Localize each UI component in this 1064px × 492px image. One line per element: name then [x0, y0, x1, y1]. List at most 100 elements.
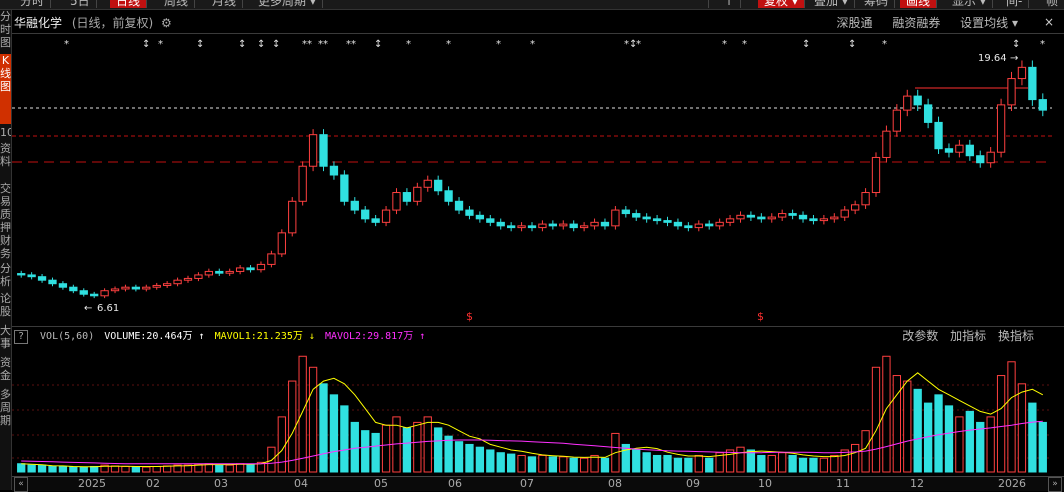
event-marker[interactable]: ↕	[196, 39, 204, 50]
axis-label: 02	[146, 477, 160, 490]
indicator-links: 改参数 加指标 换指标	[894, 328, 1034, 344]
volume-bar	[996, 375, 1006, 473]
event-marker[interactable]: ↕	[257, 39, 265, 50]
volume-bar	[986, 416, 995, 473]
kline-chart[interactable]: * ↕ * ↕ ↕ ↕ ↕ ** ** ** ↕ * * * * *↕* * * ↕ ↕ * ↕ * $ $ 19.64 →…	[0, 0, 1064, 490]
event-marker[interactable]: *	[742, 39, 747, 50]
volume-bar	[37, 464, 47, 473]
axis-label: 2025	[78, 477, 106, 490]
volume-bar	[17, 463, 26, 473]
event-marker[interactable]: *	[882, 39, 887, 50]
candle	[204, 270, 213, 276]
candle	[600, 221, 610, 227]
event-marker[interactable]: ↕	[802, 39, 810, 50]
mavol1-value: MAVOL1:21.235万 ↓	[214, 331, 315, 342]
candle	[569, 223, 578, 229]
link-change-params[interactable]: 改参数	[902, 329, 938, 343]
high-price-label: 19.64	[978, 53, 1007, 64]
axis-label: 04	[294, 477, 308, 490]
candle	[37, 276, 47, 281]
candle	[923, 104, 933, 123]
event-marker[interactable]: **	[302, 39, 312, 50]
event-marker[interactable]: ↕	[142, 39, 150, 50]
axis-label: 07	[520, 477, 534, 490]
volume-bar	[486, 449, 495, 473]
volume-bar	[475, 446, 485, 473]
candle	[131, 286, 141, 290]
candle	[298, 165, 307, 202]
indicator-name[interactable]: VOL(5,60)	[40, 331, 94, 342]
candle	[308, 134, 318, 167]
volume-bar	[851, 443, 860, 473]
event-marker[interactable]: *	[446, 39, 451, 50]
candle	[1017, 66, 1027, 80]
volume-bar	[892, 375, 901, 473]
volume-bar	[402, 427, 412, 473]
candle	[58, 283, 68, 288]
event-marker[interactable]: ↕	[848, 39, 856, 50]
event-marker[interactable]: *	[64, 39, 69, 50]
event-marker[interactable]: *	[530, 39, 535, 50]
low-price-label: 6.61	[97, 303, 119, 314]
event-marker[interactable]: ↕	[238, 39, 246, 50]
candle	[319, 134, 328, 167]
volume-bar	[90, 465, 99, 473]
event-marker[interactable]: *	[1040, 39, 1045, 50]
event-marker[interactable]: ↕	[272, 39, 280, 50]
candle	[579, 225, 589, 229]
volume-bar	[527, 456, 537, 473]
candle	[371, 218, 380, 223]
volume-bar	[955, 416, 964, 473]
event-marker[interactable]: *	[406, 39, 411, 50]
candle	[465, 209, 474, 216]
axis-label: 11	[836, 477, 850, 490]
volume-bar	[538, 454, 547, 473]
volume-bar	[579, 457, 589, 473]
candle	[788, 213, 797, 216]
volume-bar	[944, 405, 954, 473]
candle	[486, 218, 495, 223]
volume-bar	[277, 416, 286, 473]
candle	[142, 286, 151, 290]
candle	[90, 293, 99, 297]
candle	[642, 216, 651, 220]
candle	[892, 109, 901, 132]
volume-bar	[798, 457, 808, 473]
help-icon[interactable]: ?	[14, 330, 28, 344]
event-marker[interactable]: *	[496, 39, 501, 50]
candle	[621, 209, 630, 215]
event-marker[interactable]: **	[346, 39, 356, 50]
volume-bar	[110, 465, 120, 473]
link-add-indicator[interactable]: 加指标	[950, 329, 986, 343]
candle	[798, 214, 808, 220]
volume-value: VOLUME:20.464万 ↑	[104, 331, 205, 342]
volume-bar	[632, 449, 641, 473]
candle	[215, 270, 224, 274]
candle	[725, 218, 735, 223]
volume-bar	[465, 443, 474, 473]
volume-bar	[840, 449, 849, 473]
candle	[882, 130, 891, 158]
volume-bar	[913, 388, 922, 473]
candle	[538, 223, 547, 229]
candle	[809, 218, 818, 222]
link-switch-indicator[interactable]: 换指标	[998, 329, 1034, 343]
volume-bar	[663, 454, 672, 473]
event-marker[interactable]: **	[318, 39, 328, 50]
event-marker[interactable]: *	[722, 39, 727, 50]
candle	[913, 95, 922, 106]
axis-label: 03	[214, 477, 228, 490]
event-marker[interactable]: *	[636, 39, 641, 50]
volume-bar	[79, 466, 88, 473]
volume-bars	[17, 355, 1047, 473]
volume-bar	[454, 441, 464, 473]
candles	[17, 60, 1047, 299]
candle	[757, 216, 766, 220]
volume-bar	[381, 424, 391, 473]
volume-bar	[1017, 383, 1027, 473]
event-marker[interactable]: ↕	[1012, 39, 1020, 50]
candle	[163, 283, 172, 286]
event-marker[interactable]: ↕	[374, 39, 382, 50]
volume-bar	[809, 457, 818, 473]
event-marker[interactable]: *	[158, 39, 163, 50]
